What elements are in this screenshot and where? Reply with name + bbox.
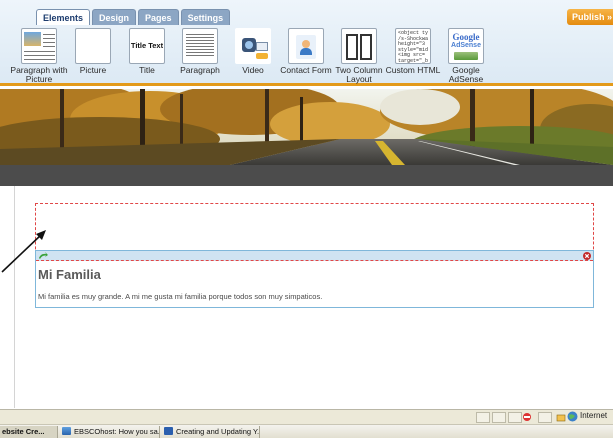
internet-globe-icon — [567, 411, 578, 422]
internet-zone-label: Internet — [580, 411, 608, 420]
two-column-layout-icon — [341, 28, 377, 64]
title-icon: Title Text — [129, 28, 165, 64]
tool-title[interactable]: Title Text Title — [120, 27, 174, 85]
tool-two-column-layout[interactable]: Two Column Layout — [332, 27, 386, 85]
browser-status-bar: Internet — [0, 409, 613, 424]
contact-form-icon — [288, 28, 324, 64]
tool-picture[interactable]: Picture — [66, 27, 120, 85]
tool-label: Paragraph with Picture — [10, 65, 68, 84]
annotation-arrow-icon — [1, 230, 46, 273]
header-banner-image — [0, 89, 613, 165]
taskbar-item-creating-updating[interactable]: Creating and Updating Y... — [162, 426, 260, 438]
status-cell — [492, 412, 506, 423]
tool-video[interactable]: Video — [226, 27, 280, 85]
tab-design[interactable]: Design — [92, 9, 137, 25]
taskbar-item-label: ebsite Cre... — [2, 427, 45, 436]
status-cell — [538, 412, 552, 423]
toolbar-tabs: Elements Design Pages Settings — [36, 9, 231, 25]
taskbar-item-label: EBSCOhost: How you sa... — [74, 427, 160, 436]
editor-toolbar: Elements Design Pages Settings Publish »… — [0, 0, 613, 86]
tool-paragraph[interactable]: Paragraph — [173, 27, 227, 85]
google-logo-text: Google — [452, 32, 480, 42]
tool-label: Google AdSense — [448, 65, 484, 84]
paragraph-icon — [182, 28, 218, 64]
element-palette: Paragraph with Picture Picture Title Tex… — [0, 27, 613, 85]
tab-elements[interactable]: Elements — [36, 9, 91, 25]
tool-label: Two Column Layout — [335, 65, 383, 84]
tool-label: Picture — [79, 65, 107, 75]
tool-paragraph-with-picture[interactable]: Paragraph with Picture — [10, 27, 68, 85]
status-cell — [476, 412, 490, 423]
taskbar-item-website-creator[interactable]: ebsite Cre... — [0, 426, 58, 438]
paragraph-with-picture-icon — [21, 28, 57, 64]
adsense-logo-text: AdSense — [451, 42, 481, 49]
delete-icon[interactable] — [583, 252, 591, 260]
autumn-road-photo — [0, 89, 613, 165]
popup-blocked-icon[interactable] — [522, 412, 532, 422]
tab-settings[interactable]: Settings — [180, 9, 231, 25]
tool-google-adsense[interactable]: Google AdSense Google AdSense — [439, 27, 493, 85]
publish-button[interactable]: Publish » — [567, 9, 613, 25]
picture-icon — [75, 28, 111, 64]
block-handle-bar[interactable] — [36, 251, 593, 261]
status-cell — [508, 412, 522, 423]
windows-taskbar: ebsite Cre... EBSCOhost: How you sa... C… — [0, 424, 613, 438]
site-header-bar — [0, 165, 613, 186]
block-paragraph[interactable]: Mi familia es muy grande. A mi me gusta … — [38, 292, 322, 301]
tab-pages[interactable]: Pages — [138, 9, 179, 25]
taskbar-item-ebscohost[interactable]: EBSCOhost: How you sa... — [60, 426, 160, 438]
ie-icon — [62, 427, 71, 435]
security-icon[interactable] — [556, 412, 566, 422]
video-icon — [235, 28, 271, 64]
taskbar-item-label: Creating and Updating Y... — [176, 427, 260, 436]
custom-html-icon: <object ty /s-Shockwa height="3 style="m… — [395, 28, 431, 64]
tool-contact-form[interactable]: Contact Form — [279, 27, 333, 85]
content-block[interactable]: Mi Familia Mi familia es muy grande. A m… — [35, 250, 594, 308]
google-adsense-icon: Google AdSense — [448, 28, 484, 64]
tool-custom-html[interactable]: <object ty /s-Shockwa height="3 style="m… — [386, 27, 440, 85]
word-icon — [164, 427, 173, 435]
